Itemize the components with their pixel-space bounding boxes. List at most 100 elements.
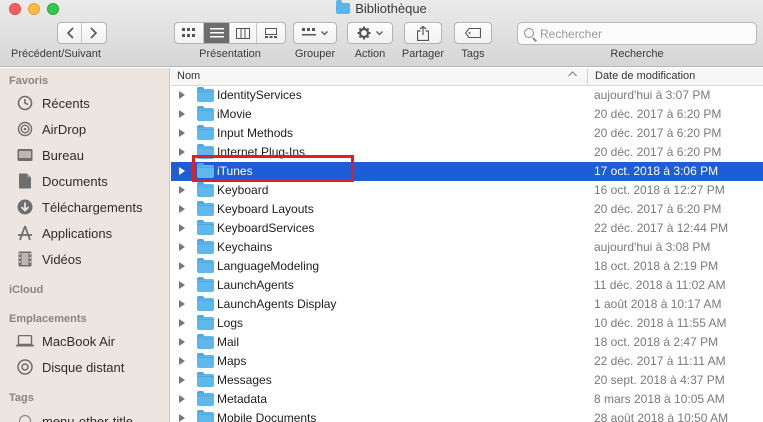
modification-date: 10 déc. 2018 à 11:55 AM — [594, 316, 727, 330]
disclosure-triangle-icon[interactable] — [179, 129, 185, 137]
icon-view-button[interactable] — [175, 23, 204, 43]
sidebar-item-desktop[interactable]: Bureau — [16, 144, 84, 166]
disclosure-triangle-icon[interactable] — [179, 319, 185, 327]
tags-label: Tags — [461, 48, 485, 60]
share-button[interactable] — [404, 22, 442, 44]
folder-icon — [197, 125, 214, 140]
disclosure-triangle-icon[interactable] — [179, 357, 185, 365]
modification-date: 1 août 2018 à 10:17 AM — [594, 297, 722, 311]
desktop-icon — [16, 146, 34, 164]
table-row[interactable]: LanguageModeling 18 oct. 2018 à 2:19 PM — [171, 257, 763, 276]
table-row[interactable]: Internet Plug-Ins 20 déc. 2017 à 6:20 PM — [171, 143, 763, 162]
table-row[interactable]: Logs 10 déc. 2018 à 11:55 AM — [171, 314, 763, 333]
folder-icon — [197, 334, 214, 349]
table-row[interactable]: KeyboardServices 22 déc. 2017 à 12:44 PM — [171, 219, 763, 238]
toolbar: Bibliothèque Précédent/Suivant Présentat… — [0, 0, 763, 67]
gallery-view-button[interactable] — [257, 23, 285, 43]
clock-icon — [16, 94, 34, 112]
disclosure-triangle-icon[interactable] — [179, 262, 185, 270]
disclosure-triangle-icon[interactable] — [179, 205, 185, 213]
disclosure-triangle-icon[interactable] — [179, 243, 185, 251]
chevron-down-icon — [376, 30, 383, 35]
table-row[interactable]: iMovie 20 déc. 2017 à 6:20 PM — [171, 105, 763, 124]
disclosure-triangle-icon[interactable] — [179, 91, 185, 99]
column-divider[interactable] — [587, 69, 588, 85]
file-name: Input Methods — [217, 126, 294, 140]
table-row[interactable]: iTunes 17 oct. 2018 à 3:06 PM — [171, 162, 763, 181]
nav-control — [57, 22, 107, 44]
column-header-name[interactable]: Nom — [177, 70, 200, 82]
disclosure-triangle-icon[interactable] — [179, 376, 185, 384]
table-row[interactable]: LaunchAgents 11 déc. 2018 à 11:02 AM — [171, 276, 763, 295]
sidebar-item-applications[interactable]: Applications — [16, 222, 112, 244]
modification-date: 18 oct. 2018 à 2:47 PM — [594, 335, 719, 349]
sidebar: Favoris Récents AirDrop Bureau Documents… — [0, 68, 170, 422]
table-row[interactable]: Keyboard Layouts 20 déc. 2017 à 6:20 PM — [171, 200, 763, 219]
sidebar-heading-favorites: Favoris — [9, 75, 49, 87]
gear-icon — [357, 26, 371, 40]
sidebar-item-documents[interactable]: Documents — [16, 170, 108, 192]
search-field[interactable] — [517, 22, 757, 45]
folder-icon — [197, 258, 214, 273]
modification-date: 18 oct. 2018 à 2:19 PM — [594, 259, 719, 273]
column-header-date[interactable]: Date de modification — [595, 70, 695, 82]
sidebar-heading-icloud: iCloud — [9, 284, 44, 296]
sidebar-item-videos[interactable]: Vidéos — [16, 248, 82, 270]
folder-icon — [197, 220, 214, 235]
disclosure-triangle-icon[interactable] — [179, 167, 185, 175]
table-row[interactable]: LaunchAgents Display 1 août 2018 à 10:17 … — [171, 295, 763, 314]
action-button[interactable] — [347, 22, 393, 44]
sidebar-item-remote-disc[interactable]: Disque distant — [16, 356, 124, 378]
table-row[interactable]: Input Methods 20 déc. 2017 à 6:20 PM — [171, 124, 763, 143]
sidebar-item-airdrop[interactable]: AirDrop — [16, 118, 86, 140]
table-row[interactable]: Metadata 8 mars 2018 à 10:05 AM — [171, 390, 763, 409]
table-row[interactable]: Maps 22 déc. 2017 à 11:11 AM — [171, 352, 763, 371]
table-row[interactable]: Keyboard 16 oct. 2018 à 12:27 PM — [171, 181, 763, 200]
gallery-icon — [265, 27, 277, 38]
disclosure-triangle-icon[interactable] — [179, 395, 185, 403]
file-name: Keychains — [217, 240, 273, 254]
table-row[interactable]: Mobile Documents 28 août 2018 à 10:50 AM — [171, 409, 763, 422]
modification-date: 20 déc. 2017 à 6:20 PM — [594, 126, 722, 140]
table-row[interactable]: Messages 20 sept. 2018 à 4:37 PM — [171, 371, 763, 390]
group-button[interactable] — [293, 22, 337, 44]
file-name: LaunchAgents Display — [217, 297, 337, 311]
sidebar-item-downloads[interactable]: Téléchargements — [16, 196, 142, 218]
folder-icon — [336, 0, 351, 14]
sidebar-item-tag[interactable]: menu-other-title — [16, 410, 133, 422]
modification-date: 20 déc. 2017 à 6:20 PM — [594, 107, 722, 121]
disclosure-triangle-icon[interactable] — [179, 338, 185, 346]
disclosure-triangle-icon[interactable] — [179, 281, 185, 289]
tag-dot-icon — [16, 412, 34, 422]
list-view-button[interactable] — [204, 23, 230, 43]
search-input[interactable] — [540, 25, 750, 42]
disclosure-triangle-icon[interactable] — [179, 300, 185, 308]
tag-icon — [465, 28, 481, 38]
forward-button[interactable] — [82, 23, 106, 43]
group-icon — [302, 28, 316, 36]
table-row[interactable]: Keychains aujourd'hui à 3:08 PM — [171, 238, 763, 257]
table-row[interactable]: Mail 18 oct. 2018 à 2:47 PM — [171, 333, 763, 352]
list-icon — [209, 28, 224, 38]
tags-button[interactable] — [454, 22, 492, 44]
disclosure-triangle-icon[interactable] — [179, 224, 185, 232]
folder-icon — [197, 391, 214, 406]
disclosure-triangle-icon[interactable] — [179, 148, 185, 156]
columns-icon — [236, 27, 250, 39]
column-view-button[interactable] — [230, 23, 257, 43]
disclosure-triangle-icon[interactable] — [179, 110, 185, 118]
laptop-icon — [16, 332, 34, 350]
share-label: Partager — [401, 48, 445, 60]
folder-icon — [197, 410, 214, 422]
disclosure-triangle-icon[interactable] — [179, 186, 185, 194]
sidebar-item-recents[interactable]: Récents — [16, 92, 90, 114]
disclosure-triangle-icon[interactable] — [179, 414, 185, 422]
file-name: Logs — [217, 316, 244, 330]
folder-icon — [197, 239, 214, 254]
file-name: iMovie — [217, 107, 252, 121]
table-row[interactable]: IdentityServices aujourd'hui à 3:07 PM — [171, 86, 763, 105]
sidebar-item-macbook-air[interactable]: MacBook Air — [16, 330, 115, 352]
back-button[interactable] — [58, 23, 82, 43]
folder-icon — [197, 372, 214, 387]
file-name: LaunchAgents — [217, 278, 294, 292]
